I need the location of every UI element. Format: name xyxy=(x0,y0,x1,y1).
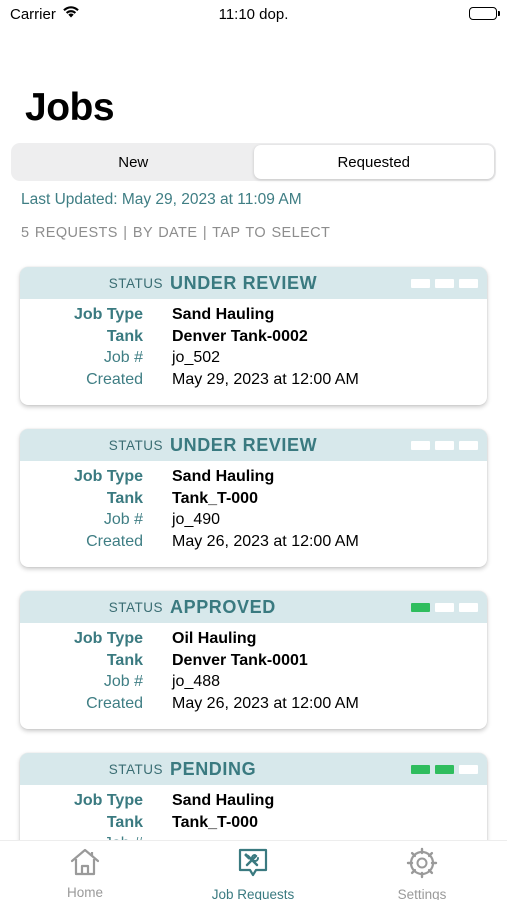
tank-label: Tank xyxy=(106,813,143,831)
status-label: STATUS xyxy=(108,438,163,453)
job-number-value: jo_502 xyxy=(172,349,221,367)
progress-indicator xyxy=(411,279,478,288)
job-number-value: jo_488 xyxy=(172,673,221,691)
requests-summary: 5 REQUESTS | BY DATE | TAP TO SELECT xyxy=(21,225,331,241)
progress-segment xyxy=(435,765,454,774)
status-value: UNDER REVIEW xyxy=(170,273,318,293)
status-value: APPROVED xyxy=(170,597,276,617)
status-value: PENDING xyxy=(170,759,257,779)
progress-segment xyxy=(411,603,430,612)
job-type-value: Oil Hauling xyxy=(172,630,257,647)
job-type-label: Job Type xyxy=(73,468,143,485)
job-card[interactable]: STATUS UNDER REVIEW Job Type Sand Hauling… xyxy=(20,429,487,567)
tank-value: Tank_T-000 xyxy=(172,813,258,831)
job-number-label: Job # xyxy=(103,511,143,529)
created-value: May 29, 2023 at 12:00 AM xyxy=(172,371,359,389)
progress-segment xyxy=(459,603,478,612)
card-header: STATUS UNDER REVIEW xyxy=(20,267,487,299)
tank-value: Denver Tank-0002 xyxy=(172,327,308,345)
last-updated-text: Last Updated: May 29, 2023 at 11:09 AM xyxy=(21,191,302,208)
progress-indicator xyxy=(411,765,478,774)
segmented-control: New Requested xyxy=(11,143,496,181)
job-type-label: Job Type xyxy=(73,792,143,809)
tank-label: Tank xyxy=(106,489,143,507)
tab-home-label: Home xyxy=(66,885,103,900)
home-icon xyxy=(25,847,145,882)
progress-segment xyxy=(459,441,478,450)
job-number-label: Job # xyxy=(103,673,143,691)
progress-segment xyxy=(459,765,478,774)
battery-icon xyxy=(469,7,500,20)
tab-settings[interactable]: Settings xyxy=(362,847,482,900)
created-label: Created xyxy=(86,695,143,713)
tab-job-requests[interactable]: Job Requests xyxy=(193,847,313,900)
progress-segment xyxy=(411,441,430,450)
page-title: Jobs xyxy=(25,86,115,129)
progress-segment xyxy=(459,279,478,288)
tank-value: Tank_T-000 xyxy=(172,489,258,507)
card-header: STATUS PENDING xyxy=(20,753,487,785)
job-type-value: Sand Hauling xyxy=(172,792,275,809)
settings-icon xyxy=(362,847,482,884)
job-card[interactable]: STATUS APPROVED Job Type Oil Hauling Tank… xyxy=(20,591,487,729)
tab-bar: Home Job Requests Settings xyxy=(0,840,507,900)
created-value: May 26, 2023 at 12:00 AM xyxy=(172,695,359,713)
job-card[interactable]: STATUS UNDER REVIEW Job Type Sand Hauling… xyxy=(20,267,487,405)
job-type-label: Job Type xyxy=(73,630,143,647)
segment-new[interactable]: New xyxy=(13,145,254,179)
created-label: Created xyxy=(86,371,143,389)
card-header: STATUS APPROVED xyxy=(20,591,487,623)
status-label: STATUS xyxy=(108,600,163,615)
tab-settings-label: Settings xyxy=(397,887,447,900)
progress-indicator xyxy=(411,603,478,612)
status-value: UNDER REVIEW xyxy=(170,435,318,455)
job-number-label: Job # xyxy=(103,349,143,367)
job-number-value: jo_490 xyxy=(172,511,221,529)
progress-segment xyxy=(435,441,454,450)
progress-segment xyxy=(411,279,430,288)
clock: 11:10 dop. xyxy=(218,6,289,23)
tank-value: Denver Tank-0001 xyxy=(172,651,308,669)
status-bar: Carrier 11:10 dop. xyxy=(0,0,507,30)
job-type-value: Sand Hauling xyxy=(172,468,275,485)
created-label: Created xyxy=(86,533,143,551)
tank-label: Tank xyxy=(106,651,143,669)
job-requests-icon xyxy=(193,847,313,884)
tab-job-requests-label: Job Requests xyxy=(211,887,295,900)
status-label: STATUS xyxy=(108,276,163,291)
tab-home[interactable]: Home xyxy=(25,847,145,900)
status-label: STATUS xyxy=(108,762,163,777)
progress-segment xyxy=(411,765,430,774)
created-value: May 26, 2023 at 12:00 AM xyxy=(172,533,359,551)
tank-label: Tank xyxy=(106,327,143,345)
job-type-value: Sand Hauling xyxy=(172,306,275,323)
job-type-label: Job Type xyxy=(73,306,143,323)
progress-segment xyxy=(435,279,454,288)
progress-indicator xyxy=(411,441,478,450)
progress-segment xyxy=(435,603,454,612)
segment-requested[interactable]: Requested xyxy=(253,145,494,179)
card-header: STATUS UNDER REVIEW xyxy=(20,429,487,461)
